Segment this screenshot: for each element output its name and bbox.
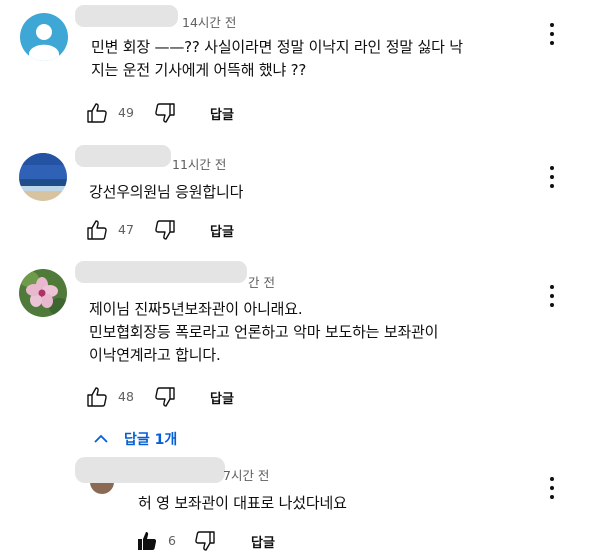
- comment-timestamp[interactable]: 7시간 전: [223, 465, 269, 484]
- reply-button[interactable]: 답글: [210, 388, 234, 407]
- comment-text-line: 이낙연계라고 합니다.: [89, 346, 221, 364]
- like-button[interactable]: [85, 385, 109, 409]
- comment-3: 간 전 제이님 진짜5년보좌관이 아니래요. 민보협회장등 폭로라고 언론하고 …: [0, 256, 589, 426]
- comment-actions: 48 답글: [85, 385, 285, 409]
- thumbs-down-icon: [155, 387, 175, 407]
- replies-toggle-label: 답글 1개: [124, 432, 178, 448]
- comment-text: 허 영 보좌관이 대표로 나섰다네요: [138, 492, 347, 515]
- dislike-button[interactable]: [153, 101, 177, 125]
- more-vert-icon[interactable]: [549, 166, 555, 188]
- like-count: 6: [168, 533, 176, 548]
- like-count: 47: [118, 222, 134, 237]
- comment-text-line: 제이님 진짜5년보좌관이 아니래요.: [89, 300, 303, 318]
- comment-text-line: 지는 운전 기사에게 어뜩해 했냐 ??: [91, 61, 307, 79]
- reply-1: 7시간 전 허 영 보좌관이 대표로 나섰다네요 6 답글: [0, 456, 589, 558]
- comment-timestamp[interactable]: 간 전: [248, 272, 275, 291]
- redacted-username[interactable]: [75, 145, 171, 167]
- thumbs-up-icon: [87, 103, 107, 123]
- like-count: 48: [118, 389, 134, 404]
- thumbs-down-icon: [155, 220, 175, 240]
- redacted-username[interactable]: [75, 457, 225, 483]
- redacted-username[interactable]: [75, 5, 178, 27]
- thumbs-up-icon: [87, 387, 107, 407]
- comment-text-line: 허 영 보좌관이 대표로 나섰다네요: [138, 494, 347, 512]
- reply-button[interactable]: 답글: [251, 532, 275, 551]
- comment-text: 강선우의원님 응원합니다: [89, 181, 243, 204]
- thumbs-down-icon: [195, 531, 215, 551]
- comment-text-line: 민변 회장 ——?? 사실이라면 정말 이낙지 라인 정말 싫다 낙: [91, 38, 463, 56]
- more-vert-icon[interactable]: [549, 23, 555, 45]
- comment-text-line: 민보협회장등 폭로라고 언론하고 악마 보도하는 보좌관이: [89, 323, 439, 341]
- replies-toggle-button[interactable]: 답글 1개: [92, 428, 177, 450]
- avatar[interactable]: [19, 153, 67, 201]
- redacted-username[interactable]: [75, 261, 247, 283]
- thumbs-up-icon: [87, 220, 107, 240]
- reply-button[interactable]: 답글: [210, 221, 234, 240]
- comment-text: 민변 회장 ——?? 사실이라면 정말 이낙지 라인 정말 싫다 낙 지는 운전…: [91, 36, 463, 82]
- comment-actions: 49 답글: [85, 101, 285, 125]
- comment-actions: 47 답글: [85, 218, 285, 242]
- comment-timestamp[interactable]: 14시간 전: [182, 12, 236, 31]
- reply-button[interactable]: 답글: [210, 104, 234, 123]
- like-count: 49: [118, 105, 134, 120]
- thumbs-down-icon: [155, 103, 175, 123]
- comment-text-line: 강선우의원님 응원합니다: [89, 183, 244, 201]
- dislike-button[interactable]: [153, 218, 177, 242]
- comment-timestamp[interactable]: 11시간 전: [172, 154, 226, 173]
- more-vert-icon[interactable]: [549, 477, 555, 499]
- reply-actions: 6 답글: [135, 529, 335, 553]
- dislike-button[interactable]: [193, 529, 217, 553]
- chevron-up-icon: [94, 434, 108, 443]
- like-button[interactable]: [135, 529, 159, 553]
- comment-text: 제이님 진짜5년보좌관이 아니래요. 민보협회장등 폭로라고 언론하고 악마 보…: [89, 298, 438, 367]
- like-button[interactable]: [85, 218, 109, 242]
- default-avatar-icon[interactable]: [20, 13, 68, 61]
- like-button[interactable]: [85, 101, 109, 125]
- comment-1: 14시간 전 민변 회장 ——?? 사실이라면 정말 이낙지 라인 정말 싫다 …: [0, 0, 589, 135]
- more-vert-icon[interactable]: [549, 285, 555, 307]
- dislike-button[interactable]: [153, 385, 177, 409]
- comment-2: 11시간 전 강선우의원님 응원합니다 47 답글: [0, 140, 589, 250]
- thumbs-up-filled-icon: [138, 532, 157, 550]
- avatar[interactable]: [19, 269, 67, 317]
